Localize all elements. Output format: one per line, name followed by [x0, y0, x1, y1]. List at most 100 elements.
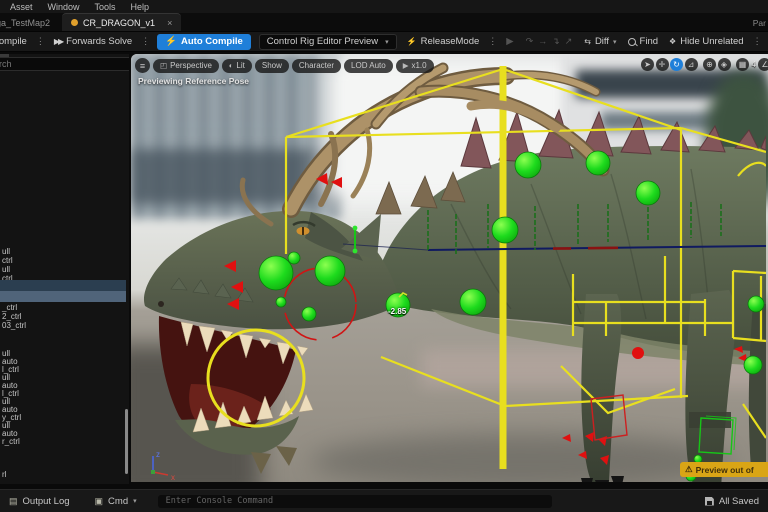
lod-button[interactable]: LOD Auto — [344, 59, 393, 73]
find-button[interactable]: Find — [623, 34, 663, 49]
show-button[interactable]: Show — [255, 59, 289, 73]
rig-control-sphere[interactable] — [515, 152, 541, 178]
perspective-button[interactable]: ◰ Perspective — [153, 59, 219, 73]
grid-icon: ▦ — [739, 60, 747, 69]
show-label: Show — [262, 61, 282, 70]
diff-icon: ⇆ — [584, 37, 591, 46]
character-label: Character — [299, 61, 334, 70]
select-tool-button[interactable]: ➤ — [641, 58, 654, 71]
play-icon: ▶ — [506, 36, 513, 47]
menu-item-asset[interactable]: Asset — [10, 2, 33, 12]
lit-mode-button[interactable]: ◐ Lit — [222, 59, 252, 73]
close-icon[interactable]: × — [167, 18, 172, 28]
tree-item-selected[interactable] — [0, 291, 126, 302]
transform-tools: ➤ ✛ ↻ ⊿ ⊕ ◈ ▦ 4 ∠ 1 — [641, 58, 768, 71]
scale-icon: ⊿ — [688, 60, 695, 69]
diff-label: Diff — [595, 36, 609, 47]
release-mode-button[interactable]: ⚡ ReleaseMode — [402, 34, 485, 49]
viewport-toolbar: ≡ ◰ Perspective ◐ Lit Show Character LOD… — [135, 58, 434, 73]
rig-control-sphere[interactable] — [460, 289, 486, 315]
main-area: Search ullctrlullctrl_ctrl2_ctrl03_ctrlu… — [0, 52, 768, 492]
select-icon: ➤ — [644, 60, 651, 69]
dragon-model — [144, 68, 766, 482]
save-status[interactable]: All Saved — [705, 496, 759, 507]
rig-control-sphere[interactable] — [259, 256, 293, 290]
kebab-icon[interactable]: ⋮ — [750, 36, 765, 47]
play-debug-button[interactable]: ▶ — [501, 34, 518, 49]
tab-label: CR_DRAGON_v1 — [83, 18, 155, 28]
rig-control-sphere[interactable] — [315, 256, 345, 286]
tree-item[interactable]: ull — [2, 265, 10, 274]
rig-control-sphere[interactable] — [586, 151, 610, 175]
rig-control-sphere[interactable] — [288, 252, 300, 264]
tab-ga-testmap2[interactable]: ga_TestMap2 — [0, 14, 62, 31]
menu-item-help[interactable]: Help — [131, 2, 150, 12]
move-tool-button[interactable]: ✛ — [656, 58, 669, 71]
tree-item[interactable]: ull — [2, 247, 10, 256]
tree-item[interactable]: 2_ctrl — [2, 312, 22, 321]
step-down-icon[interactable]: ↴ — [552, 36, 560, 47]
runner-icon: ⚡ — [407, 37, 417, 46]
tree-item[interactable]: r_ctrl — [2, 437, 20, 446]
surface-snap-button[interactable]: ◈ — [718, 58, 731, 71]
kebab-icon[interactable]: ⋮ — [138, 36, 153, 47]
rig-control-sphere[interactable] — [744, 356, 762, 374]
rotate-tool-button[interactable]: ↻ — [670, 58, 683, 71]
scene-3d: z x — [131, 54, 766, 482]
rig-control-sphere[interactable] — [636, 181, 660, 205]
forwards-solve-button[interactable]: ▶▶ Forwards Solve — [49, 34, 137, 49]
menu-item-tools[interactable]: Tools — [95, 2, 116, 12]
globe-icon: ⊕ — [706, 60, 713, 69]
output-log-label: Output Log — [23, 496, 70, 507]
coordinate-system-button[interactable]: ⊕ — [703, 58, 716, 71]
console-command-input[interactable]: Enter Console Command — [158, 495, 552, 508]
kebab-icon[interactable]: ⋮ — [485, 36, 500, 47]
auto-compile-button[interactable]: ⚡ Auto Compile — [157, 34, 251, 50]
compile-button[interactable]: Compile — [0, 34, 32, 49]
axis-z-label: z — [156, 450, 160, 459]
rig-control-sphere[interactable] — [492, 217, 518, 243]
sidebar-scrollbar[interactable] — [125, 409, 128, 474]
search-icon — [628, 38, 636, 46]
tree-item[interactable]: _ctrl — [2, 303, 17, 312]
rig-control-sphere[interactable] — [276, 297, 286, 307]
toolbar: Compile ⋮ ▶▶ Forwards Solve ⋮ ⚡ Auto Com… — [0, 31, 768, 52]
tree-item[interactable]: ctrl — [2, 256, 13, 265]
console-icon: ▣ — [95, 496, 104, 507]
release-mode-label: ReleaseMode — [421, 36, 480, 47]
speed-label: x1.0 — [411, 61, 426, 70]
playback-speed-button[interactable]: ▶ x1.0 — [396, 59, 434, 73]
chevron-down-icon: ▾ — [385, 38, 389, 46]
tree-item[interactable]: rl — [2, 470, 6, 479]
tree-item[interactable]: 03_ctrl — [2, 321, 26, 330]
lit-label: Lit — [236, 61, 244, 70]
scale-tool-button[interactable]: ⊿ — [685, 58, 698, 71]
step-out-icon[interactable]: ↗ — [565, 36, 573, 47]
hide-unrelated-label: Hide Unrelated — [680, 36, 743, 47]
diff-button[interactable]: ⇆ Diff ▾ — [579, 34, 621, 49]
character-button[interactable]: Character — [292, 59, 341, 73]
rig-control-sphere[interactable] — [748, 296, 764, 312]
grid-snap-button[interactable]: ▦ — [736, 58, 749, 71]
tab-cr-dragon-v1[interactable]: CR_DRAGON_v1 × — [62, 13, 181, 31]
viewport[interactable]: z x -2.85 ≡ ◰ Perspective ◐ Lit Show Cha — [131, 54, 768, 482]
step-into-icon[interactable]: → — [538, 36, 547, 47]
perspective-label: Perspective — [170, 61, 212, 70]
preview-mode-dropdown[interactable]: Control Rig Editor Preview ▾ — [259, 34, 397, 50]
step-over-icon[interactable]: ↷ — [526, 36, 534, 47]
tree-item-selected[interactable] — [0, 280, 126, 291]
output-log-button[interactable]: ▤ Output Log — [9, 496, 70, 507]
asset-dirty-icon — [71, 19, 78, 26]
menu-item-window[interactable]: Window — [48, 2, 80, 12]
kebab-icon[interactable]: ⋮ — [33, 36, 48, 47]
perspective-icon: ◰ — [160, 61, 167, 70]
rotation-snap-button[interactable]: ∠ — [758, 58, 768, 71]
grid-snap-value[interactable]: 4 — [751, 60, 757, 69]
cmd-dropdown[interactable]: ▣ Cmd ▾ — [95, 496, 137, 507]
cmd-label: Cmd — [108, 496, 128, 507]
preview-warning-badge[interactable]: ⚠ Preview out of — [680, 462, 768, 477]
hide-unrelated-button[interactable]: ❖ Hide Unrelated — [664, 34, 749, 49]
viewport-options-button[interactable]: ≡ — [135, 58, 150, 73]
auto-compile-label: Auto Compile — [181, 36, 243, 47]
rig-control-sphere[interactable] — [302, 307, 316, 321]
